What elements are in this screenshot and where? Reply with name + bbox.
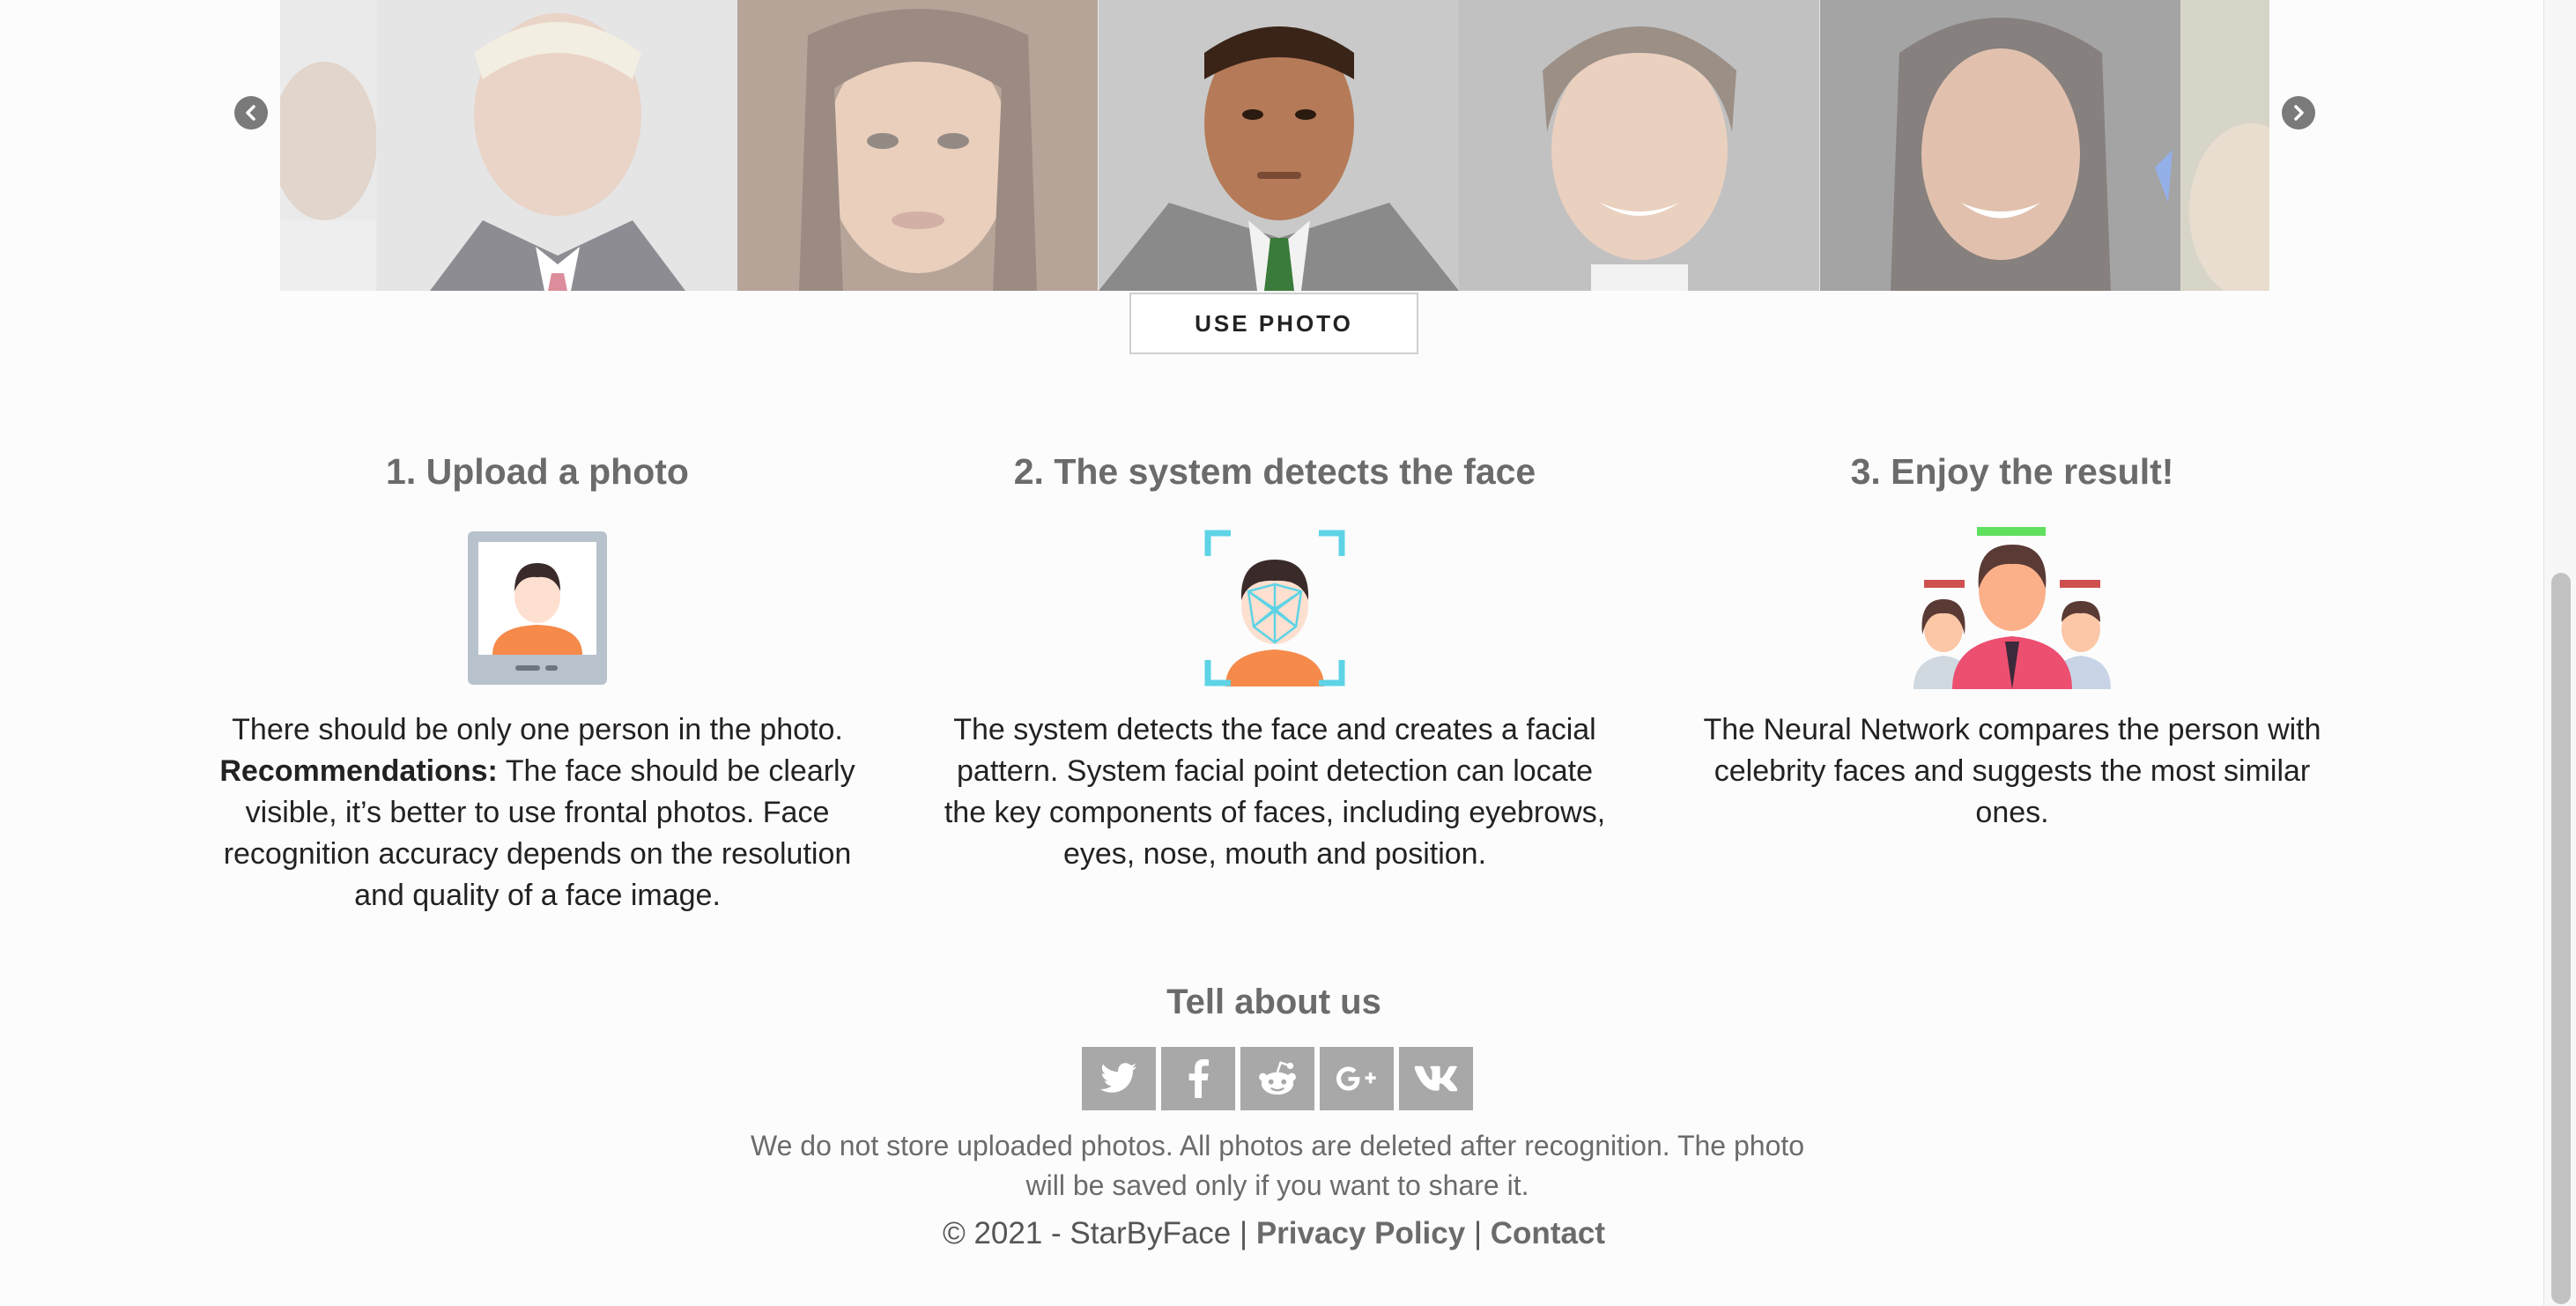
vk-share-button[interactable] (1399, 1047, 1473, 1110)
step-title: 3. Enjoy the result! (1850, 451, 2174, 492)
google-plus-icon (1336, 1066, 1376, 1091)
use-photo-button[interactable]: USE PHOTO (1129, 293, 1418, 354)
facebook-icon (1188, 1059, 1209, 1098)
carousel-face-3[interactable] (737, 0, 1098, 291)
social-share-buttons (1082, 1047, 1473, 1110)
carousel-face-1[interactable] (280, 0, 376, 291)
portrait-photo-icon (203, 524, 872, 692)
carousel-face-7[interactable] (2180, 0, 2269, 291)
carousel-prev-button[interactable] (234, 96, 268, 130)
people-comparison-icon (1677, 524, 2347, 692)
chevron-right-icon (2294, 105, 2304, 121)
step-result: 3. Enjoy the result! The Neural Network … (1677, 445, 2347, 834)
twitter-icon (1099, 1063, 1137, 1093)
face-scan-icon (940, 524, 1610, 692)
facebook-share-button[interactable] (1161, 1047, 1235, 1110)
reddit-icon (1259, 1061, 1296, 1095)
step-title: 2. The system detects the face (1013, 451, 1536, 492)
reddit-share-button[interactable] (1240, 1047, 1314, 1110)
carousel-next-button[interactable] (2282, 96, 2315, 130)
carousel-face-6[interactable] (1820, 0, 2180, 291)
tell-about-us-heading: Tell about us (1166, 983, 1381, 1021)
step-upload: 1. Upload a photo There should be only o… (203, 445, 872, 916)
carousel-face-5[interactable] (1459, 0, 1819, 291)
privacy-notice: We do not store uploaded photos. All pho… (750, 1130, 1805, 1201)
recommendations-label: Recommendations: (219, 754, 498, 788)
chevron-left-icon (246, 105, 255, 121)
scrollbar-thumb[interactable] (2551, 573, 2571, 1304)
step-title: 1. Upload a photo (386, 451, 689, 492)
carousel-face-2[interactable] (377, 0, 737, 291)
copyright-line: © 2021 - StarByFace | Privacy Policy | C… (0, 1216, 2548, 1251)
carousel-face-4-selected[interactable] (1099, 0, 1459, 291)
scrollbar-track[interactable] (2543, 0, 2576, 1306)
contact-link[interactable]: Contact (1491, 1216, 1605, 1250)
celebrity-photo-carousel (280, 0, 2269, 291)
step-detect: 2. The system detects the face The syste… (940, 445, 1610, 875)
separator: | (1240, 1216, 1248, 1250)
vk-icon (1414, 1065, 1458, 1092)
privacy-policy-link[interactable]: Privacy Policy (1256, 1216, 1465, 1250)
step-description: There should be only one person in the p… (219, 713, 855, 912)
step-description: The system detects the face and creates … (944, 713, 1606, 871)
copyright-text: © 2021 - StarByFace (942, 1216, 1232, 1250)
separator: | (1473, 1216, 1483, 1250)
twitter-share-button[interactable] (1082, 1047, 1156, 1110)
google-plus-share-button[interactable] (1320, 1047, 1394, 1110)
step-description: The Neural Network compares the person w… (1703, 713, 2321, 829)
